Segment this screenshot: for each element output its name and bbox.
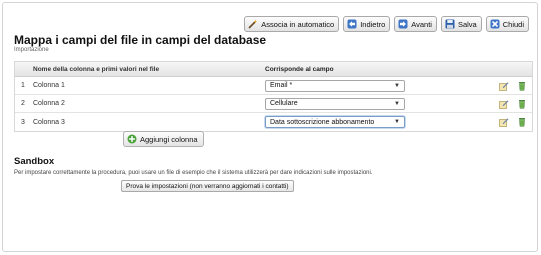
wand-icon [248,19,258,29]
arrow-left-icon [347,19,357,29]
import-panel: Associa in automatico Indietro Avanti Sa… [2,2,538,252]
table-row: 1 Colonna 1 Email * ▼ [15,77,532,95]
auto-map-button[interactable]: Associa in automatico [244,16,340,32]
edit-icon[interactable] [499,117,509,127]
save-button[interactable]: Salva [440,16,482,32]
auto-map-label: Associa in automatico [261,19,335,29]
field-select-value: Email * [270,82,293,89]
plus-circle-icon [127,134,137,144]
field-header: Corrisponde al campo [265,65,334,73]
row-number: 2 [21,100,25,107]
row-number: 3 [21,118,25,126]
row-number: 1 [21,82,25,89]
page-title: Mappa i campi del file in campi del data… [14,33,267,47]
column-name: Colonna 3 [33,118,65,126]
mapping-table: Nome della colonna e primi valori nel fi… [14,61,533,132]
field-select[interactable]: Email * ▼ [265,79,405,92]
trash-icon[interactable] [517,117,527,127]
field-select-value: Cellulare [270,100,298,107]
add-column-label: Aggiungi colonna [140,134,198,144]
chevron-down-icon: ▼ [394,82,400,89]
edit-icon[interactable] [499,99,509,109]
table-header: Nome della colonna e primi valori nel fi… [15,62,532,77]
next-button[interactable]: Avanti [394,16,437,32]
close-button[interactable]: Chiudi [485,16,529,32]
trash-icon[interactable] [517,81,527,91]
arrow-right-icon [398,19,408,29]
back-button[interactable]: Indietro [343,16,391,32]
next-label: Avanti [411,19,432,29]
field-select[interactable]: Cellulare ▼ [265,97,405,110]
field-select[interactable]: Data sottoscrizione abbonamento ▼ [265,116,405,128]
sandbox-description: Per impostare correttamente la procedura… [14,170,373,176]
table-row: 2 Colonna 2 Cellulare ▼ [15,95,532,113]
save-label: Salva [457,19,477,29]
back-label: Indietro [360,19,386,29]
chevron-down-icon: ▼ [394,100,400,107]
column-name: Colonna 1 [33,82,65,89]
edit-icon[interactable] [499,81,509,91]
add-column-button[interactable]: Aggiungi colonna [123,131,204,147]
trash-icon[interactable] [517,99,527,109]
page-subtitle: Importazione [14,47,49,53]
field-select-value: Data sottoscrizione abbonamento [270,118,375,126]
toolbar: Associa in automatico Indietro Avanti Sa… [244,16,529,32]
close-x-icon [490,19,500,29]
table-row: 3 Colonna 3 Data sottoscrizione abboname… [15,113,532,131]
column-name: Colonna 2 [33,100,65,107]
column-name-header: Nome della colonna e primi valori nel fi… [33,65,160,73]
floppy-disk-icon [445,19,455,29]
sandbox-title: Sandbox [14,156,55,167]
close-label: Chiudi [502,19,524,29]
chevron-down-icon: ▼ [394,119,400,125]
test-settings-button[interactable]: Prova le impostazioni (non verranno aggi… [121,180,294,192]
